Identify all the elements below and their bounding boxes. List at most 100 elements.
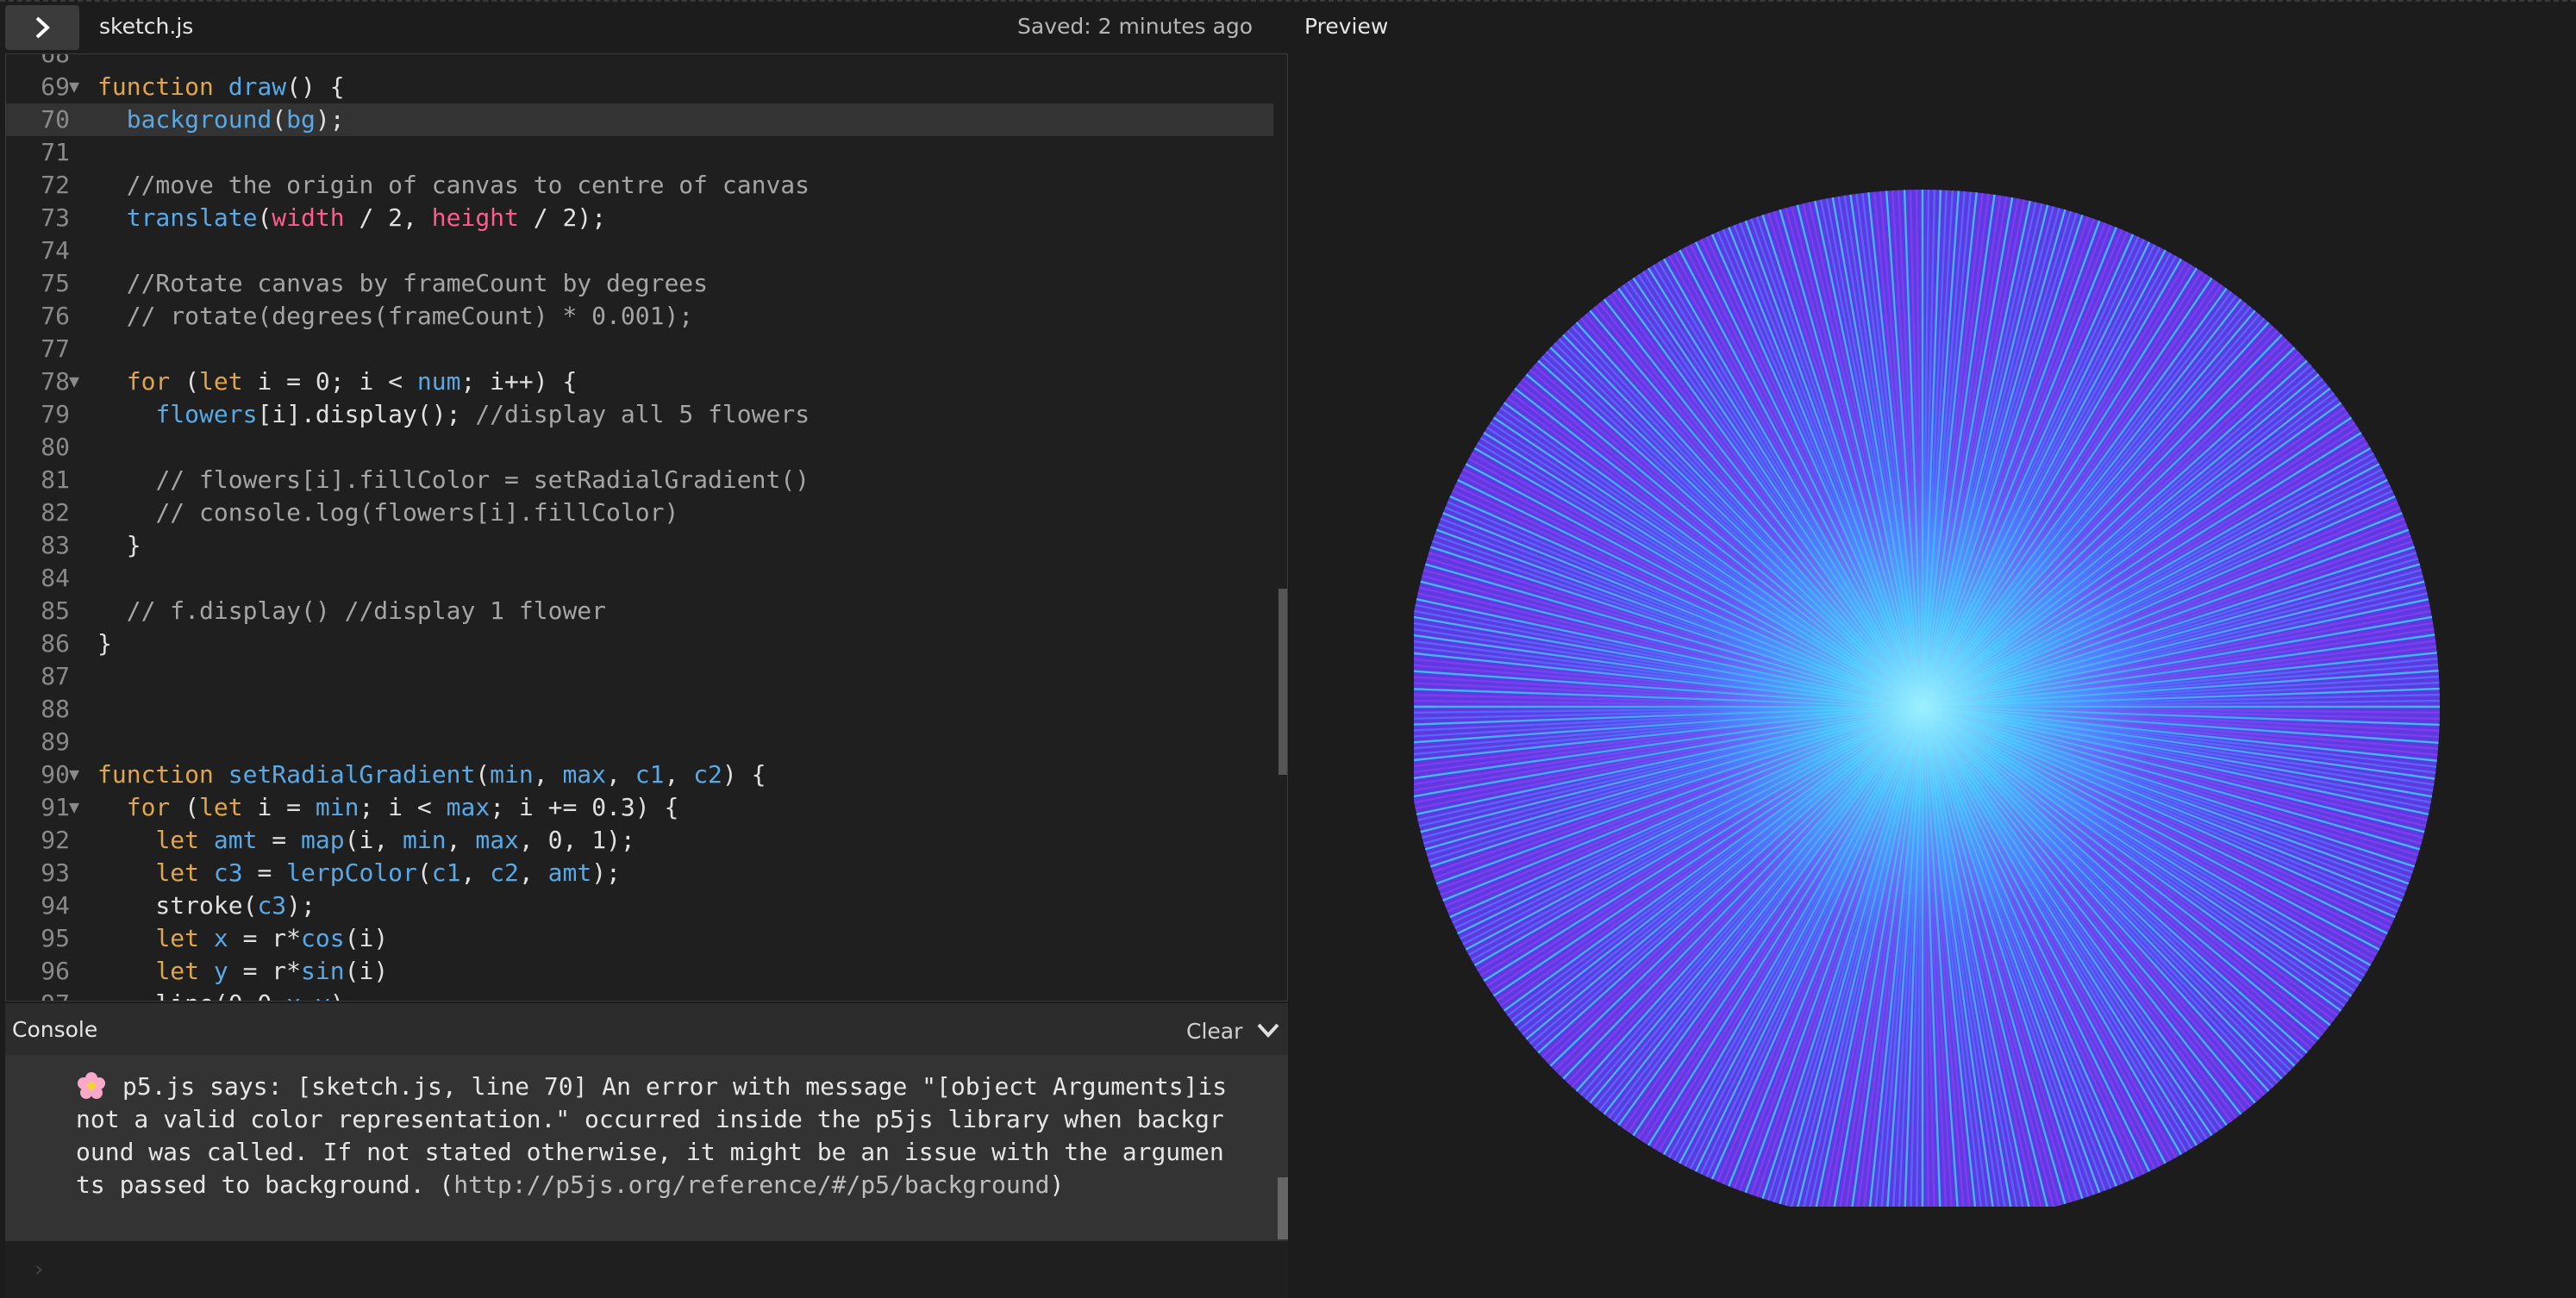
code-line[interactable]: 82 // console.log(flowers[i].fillColor) (6, 496, 1273, 529)
chevron-down-icon[interactable] (1255, 1017, 1281, 1043)
code-text: background(bg); (126, 105, 345, 134)
line-number: 72 (41, 171, 70, 199)
code-line[interactable]: 76 // rotate(degrees(frameCount) * 0.001… (6, 300, 1273, 333)
code-line[interactable]: 86} (6, 627, 1273, 660)
code-text: function draw() { (97, 72, 345, 101)
code-line[interactable]: 72 //move the origin of canvas to centre… (6, 169, 1273, 202)
code-line[interactable]: 94 stroke(c3); (6, 889, 1273, 922)
code-text: function setRadialGradient(min, max, c1,… (97, 760, 766, 789)
code-text: let c3 = lerpColor(c1, c2, amt); (155, 858, 621, 887)
code-line[interactable]: 75 //Rotate canvas by frameCount by degr… (6, 267, 1273, 300)
line-number: 74 (41, 236, 70, 265)
line-number: 87 (41, 662, 70, 690)
editor-scrollbar[interactable] (1279, 589, 1287, 775)
line-number: 94 (41, 891, 70, 920)
code-lines[interactable]: 68 69 ▼ function draw() {70 background(bg);… (6, 54, 1273, 1001)
line-number: 95 (41, 924, 70, 952)
code-line[interactable]: 80 (6, 431, 1273, 464)
line-number: 88 (41, 695, 70, 723)
fold-arrow-icon[interactable]: ▼ (69, 758, 79, 790)
line-number: 73 (41, 203, 70, 232)
console-output: p5.js says: [sketch.js, line 70] An erro… (5, 1055, 1288, 1241)
line-number: 78 (41, 367, 70, 396)
fold-arrow-icon[interactable]: ▼ (69, 70, 79, 103)
code-text: // flowers[i].fillColor = setRadialGradi… (155, 465, 810, 494)
console-message-end: ) (1049, 1170, 1065, 1199)
line-number: 92 (41, 826, 70, 854)
line-number: 77 (41, 334, 70, 363)
file-name[interactable]: sketch.js (99, 14, 193, 39)
console-scrollbar[interactable] (1278, 1177, 1288, 1239)
line-number: 84 (41, 564, 70, 592)
flower-center-glow (1414, 190, 2440, 1207)
code-text: let amt = map(i, min, max, 0, 1); (155, 826, 635, 854)
code-line[interactable]: 74 (6, 234, 1273, 267)
code-line[interactable]: 68 (6, 54, 1273, 71)
code-text: // f.display() //display 1 flower (126, 596, 607, 625)
line-number: 75 (41, 269, 70, 297)
line-number: 85 (41, 596, 70, 625)
line-number: 79 (41, 400, 70, 428)
line-number: 81 (41, 465, 70, 494)
code-line[interactable]: 88 (6, 693, 1273, 726)
code-line[interactable]: 81 // flowers[i].fillColor = setRadialGr… (6, 464, 1273, 496)
fold-arrow-icon[interactable]: ▼ (69, 365, 79, 397)
code-line[interactable]: 73 translate(width / 2, height / 2); (6, 202, 1273, 234)
line-number: 83 (41, 531, 70, 559)
fold-arrow-icon[interactable]: ▼ (69, 790, 79, 823)
code-line[interactable]: 83 } (6, 529, 1273, 562)
code-line[interactable]: 84 (6, 562, 1273, 595)
line-number: 71 (41, 138, 70, 166)
console-message: p5.js says: [sketch.js, line 70] An erro… (76, 1070, 1231, 1201)
code-editor[interactable]: 68 69 ▼ function draw() {70 background(bg);… (5, 53, 1288, 1002)
code-text: } (97, 531, 141, 559)
line-number: 82 (41, 498, 70, 527)
line-number: 96 (41, 957, 70, 985)
code-line[interactable]: 78 ▼ for (let i = 0; i < num; i++) { (6, 365, 1273, 398)
console-title: Console (12, 1017, 98, 1042)
code-text: for (let i = 0; i < num; i++) { (126, 367, 578, 396)
console-input[interactable]: › (5, 1241, 1288, 1298)
code-line[interactable]: 71 (6, 136, 1273, 169)
sidebar-toggle-button[interactable] (5, 5, 79, 50)
code-line[interactable]: 79 flowers[i].display(); //display all 5… (6, 398, 1273, 431)
code-line[interactable]: 93 let c3 = lerpColor(c1, c2, amt); (6, 857, 1273, 889)
line-number: 76 (41, 302, 70, 330)
code-text: translate(width / 2, height / 2); (126, 203, 607, 232)
code-line[interactable]: 87 (6, 660, 1273, 693)
code-text: flowers[i].display(); //display all 5 fl… (155, 400, 810, 428)
code-text: line(0,0,x,y) (97, 988, 344, 1001)
top-border (0, 0, 2576, 2)
line-number: 93 (41, 858, 70, 887)
code-text: let x = r*cos(i) (155, 924, 389, 952)
line-number: 80 (41, 433, 70, 461)
console-clear-button[interactable]: Clear (1186, 1019, 1242, 1044)
line-number: 89 (41, 727, 70, 756)
code-line[interactable]: 95 let x = r*cos(i) (6, 922, 1273, 955)
line-number: 90 (41, 760, 70, 789)
line-number: 70 (41, 105, 70, 134)
code-text: let y = r*sin(i) (155, 957, 389, 985)
line-number: 86 (41, 629, 70, 658)
code-line[interactable]: 70 background(bg); (6, 103, 1273, 136)
code-text: stroke(c3); (97, 891, 316, 920)
line-number: 91 (41, 793, 70, 821)
line-number: 97 (15, 988, 70, 1001)
code-line[interactable]: 96 let y = r*sin(i) (6, 955, 1273, 988)
code-line[interactable]: 90 ▼ function setRadialGradient(min, max, … (6, 758, 1273, 791)
code-text: //move the origin of canvas to centre of… (126, 171, 810, 199)
code-line[interactable]: 77 (6, 333, 1273, 365)
code-line[interactable]: 97 line(0,0,x,y) (6, 988, 1273, 1001)
code-line[interactable]: 69 ▼ function draw() { (6, 71, 1273, 103)
code-text: //Rotate canvas by frameCount by degrees (126, 269, 709, 297)
chevron-right-icon (35, 16, 50, 39)
reference-link[interactable]: http://p5js.org/reference/#/p5/backgroun… (453, 1170, 1049, 1199)
code-text: } (97, 629, 112, 658)
code-line[interactable]: 89 (6, 726, 1273, 758)
code-text: for (let i = min; i < max; i += 0.3) { (126, 793, 679, 821)
code-line[interactable]: 91 ▼ for (let i = min; i < max; i += 0.3)… (6, 791, 1273, 824)
code-line[interactable]: 92 let amt = map(i, min, max, 0, 1); (6, 824, 1273, 857)
sketch-canvas[interactable] (1414, 155, 2466, 1207)
code-text: // rotate(degrees(frameCount) * 0.001); (126, 302, 694, 330)
code-line[interactable]: 85 // f.display() //display 1 flower (6, 595, 1273, 627)
